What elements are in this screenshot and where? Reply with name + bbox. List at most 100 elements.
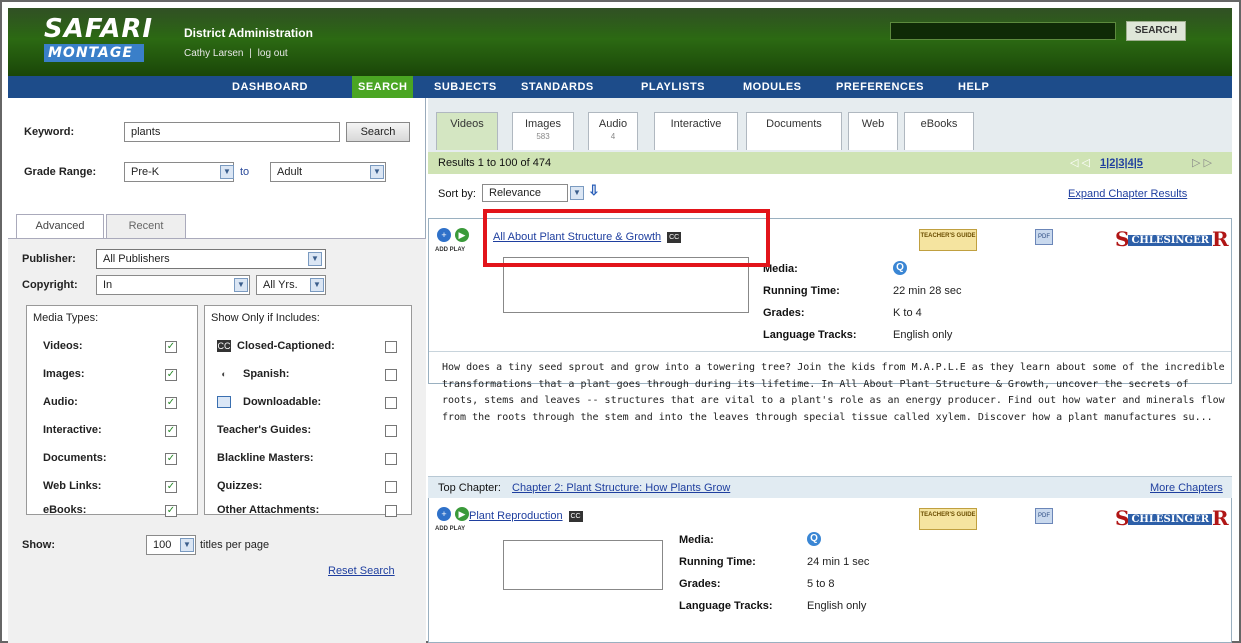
spanish-label: Spanish: (243, 368, 290, 380)
nav-help[interactable]: HELP (958, 76, 989, 98)
result-divider (429, 351, 1231, 352)
tab-audio-label: Audio (598, 118, 628, 130)
media-type-documents-checkbox[interactable]: ✓ (165, 453, 177, 465)
downloadable-checkbox[interactable] (385, 397, 397, 409)
page-next-icon[interactable]: ▷ ▷ (1192, 152, 1212, 174)
tab-recent[interactable]: Recent (106, 214, 186, 238)
closed-caption-icon: CC (568, 510, 583, 522)
nav-standards[interactable]: STANDARDS (521, 76, 594, 98)
download-icon (217, 396, 231, 408)
expand-chapter-results-link[interactable]: Expand Chapter Results (1068, 188, 1187, 200)
search-sidebar: Keyword: plants Search Grade Range: Pre-… (8, 98, 426, 643)
tab-documents[interactable]: Documents (746, 112, 842, 150)
tab-images[interactable]: Images 583 (512, 112, 574, 150)
publisher-select[interactable]: All Publishers (96, 249, 326, 269)
media-type-web-links-checkbox[interactable]: ✓ (165, 481, 177, 493)
keyword-search-button[interactable]: Search (346, 122, 410, 142)
media-type-ebooks-checkbox[interactable]: ✓ (165, 505, 177, 517)
publisher-arrow-icon[interactable]: ▼ (308, 252, 322, 266)
grade-from-select[interactable]: Pre-K (124, 162, 234, 182)
grade-range-label: Grade Range: (24, 166, 97, 178)
tab-images-label: Images (524, 118, 562, 130)
tab-audio[interactable]: Audio 4 (588, 112, 638, 150)
teachers-guide-icon[interactable]: TEACHER'S GUIDE (919, 508, 977, 530)
grade-from-arrow-icon[interactable]: ▼ (220, 165, 234, 179)
tab-audio-count: 4 (610, 132, 616, 141)
other-attachments-checkbox[interactable] (385, 505, 397, 517)
add-icon[interactable]: + (437, 507, 451, 521)
pagination[interactable]: 1|2|3|4|5 (1100, 152, 1143, 174)
media-type-web-links-label: Web Links: (43, 480, 102, 492)
tab-documents-label: Documents (766, 118, 822, 130)
more-chapters-link[interactable]: More Chapters (1150, 477, 1223, 499)
keyword-input[interactable]: plants (124, 122, 340, 142)
page-prev-icon[interactable]: ◁ ◁ (1070, 152, 1090, 174)
closed-caption-icon: CC (217, 340, 231, 352)
teachers-guides-checkbox[interactable] (385, 425, 397, 437)
logo-montage[interactable]: MONTAGE (44, 44, 144, 62)
top-search-button[interactable]: SEARCH (1126, 21, 1186, 41)
nav-dashboard[interactable]: DASHBOARD (232, 76, 308, 98)
closed-captioned-checkbox[interactable] (385, 341, 397, 353)
district-title: District Administration (184, 26, 313, 40)
top-chapter-link[interactable]: Chapter 2: Plant Structure: How Plants G… (512, 477, 730, 499)
sort-arrow-icon[interactable]: ▼ (570, 186, 584, 200)
publisher-label: Publisher: (22, 253, 76, 265)
nav-modules[interactable]: MODULES (743, 76, 802, 98)
media-search-icon[interactable]: Q (893, 261, 907, 275)
document-icon[interactable]: PDF (1035, 229, 1053, 245)
publisher-logo-b: R (1212, 227, 1229, 251)
blackline-masters-label: Blackline Masters: (217, 452, 314, 464)
sort-direction-icon[interactable]: ⇩ (588, 182, 600, 199)
copyright-years-arrow-icon[interactable]: ▼ (310, 278, 324, 292)
nav-subjects[interactable]: SUBJECTS (434, 76, 497, 98)
quizzes-checkbox[interactable] (385, 481, 397, 493)
nav-playlists[interactable]: PLAYLISTS (641, 76, 705, 98)
play-icon[interactable]: ▶ (455, 507, 469, 521)
result-item: + ▶ ADD PLAY Plant Reproduction CC Media: … (428, 498, 1232, 643)
spanish-checkbox[interactable] (385, 369, 397, 381)
add-icon[interactable]: + (437, 228, 451, 242)
tab-interactive[interactable]: Interactive (654, 112, 738, 150)
media-type-images-label: Images: (43, 368, 85, 380)
result-actions: + ▶ (437, 506, 469, 521)
sort-select[interactable]: Relevance (482, 184, 568, 202)
result-thumbnail[interactable] (503, 540, 663, 590)
tab-ebooks[interactable]: eBooks (904, 112, 974, 150)
result-title-wrap: Plant Reproduction CC (469, 510, 583, 522)
sort-row: Sort by: Relevance ▼ ⇩ Expand Chapter Re… (428, 174, 1232, 212)
top-chapter-bar: Top Chapter: Chapter 2: Plant Structure:… (428, 476, 1232, 498)
results-count: Results 1 to 100 of 474 (438, 157, 552, 169)
media-type-ebooks-label: eBooks: (43, 504, 87, 516)
result-title-link[interactable]: Plant Reproduction (469, 510, 563, 522)
document-icon[interactable]: PDF (1035, 508, 1053, 524)
media-type-audio-checkbox[interactable]: ✓ (165, 397, 177, 409)
media-search-icon[interactable]: Q (807, 532, 821, 546)
tab-web[interactable]: Web (848, 112, 898, 150)
nav-search[interactable]: SEARCH (352, 76, 414, 98)
advanced-search-area: Publisher: All Publishers ▼ Copyright: I… (8, 238, 426, 643)
running-time-value: 22 min 28 sec (893, 285, 962, 297)
running-time-value: 24 min 1 sec (807, 556, 870, 568)
user-name[interactable]: Cathy Larsen (184, 48, 243, 59)
blackline-masters-checkbox[interactable] (385, 453, 397, 465)
media-type-interactive-checkbox[interactable]: ✓ (165, 425, 177, 437)
reset-search-link[interactable]: Reset Search (328, 565, 395, 577)
show-count-arrow-icon[interactable]: ▼ (180, 538, 194, 552)
spanish-globe-icon: ◐ (221, 369, 227, 379)
media-type-videos-checkbox[interactable]: ✓ (165, 341, 177, 353)
tab-videos[interactable]: Videos (436, 112, 498, 150)
grade-to-arrow-icon[interactable]: ▼ (370, 165, 384, 179)
play-icon[interactable]: ▶ (455, 228, 469, 242)
logout-link[interactable]: log out (258, 48, 288, 59)
media-type-images-checkbox[interactable]: ✓ (165, 369, 177, 381)
copyright-arrow-icon[interactable]: ▼ (234, 278, 248, 292)
nav-preferences[interactable]: PREFERENCES (836, 76, 924, 98)
media-type-videos-label: Videos: (43, 340, 83, 352)
teachers-guide-icon[interactable]: TEACHER'S GUIDE (919, 229, 977, 251)
tab-advanced[interactable]: Advanced (16, 214, 104, 238)
logo-safari[interactable]: SAFARI (44, 14, 153, 44)
grade-to-select[interactable]: Adult (270, 162, 386, 182)
copyright-select[interactable]: In (96, 275, 250, 295)
top-search-input[interactable] (890, 22, 1116, 40)
